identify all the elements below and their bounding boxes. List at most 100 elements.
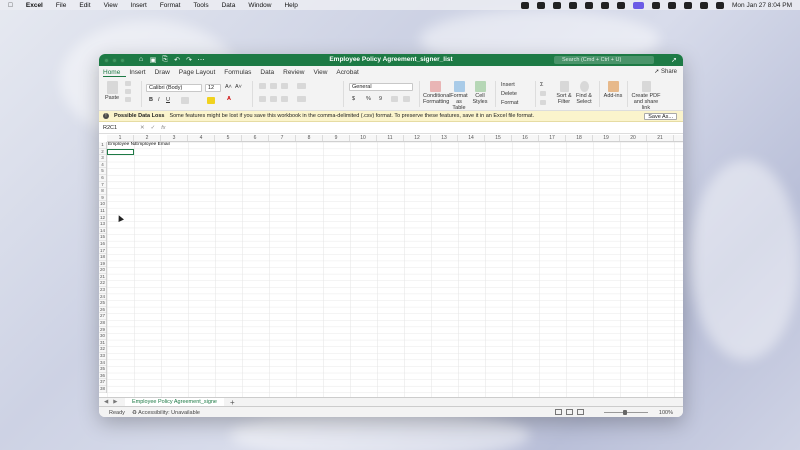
column-header[interactable]: 14 — [458, 135, 485, 141]
status-app-icon[interactable] — [521, 1, 530, 9]
column-header[interactable]: 20 — [620, 135, 647, 141]
tab-acrobat[interactable]: Acrobat — [336, 69, 364, 77]
tab-page-layout[interactable]: Page Layout — [179, 69, 222, 77]
row-header[interactable]: 19 — [99, 261, 106, 268]
column-header[interactable]: 13 — [431, 135, 458, 141]
column-header[interactable]: 11 — [377, 135, 404, 141]
percent-icon[interactable]: % — [366, 96, 371, 102]
row-header[interactable]: 38 — [99, 386, 106, 393]
menu-data[interactable]: Data — [222, 2, 236, 9]
format-painter-icon[interactable] — [125, 97, 131, 102]
search-icon[interactable] — [700, 1, 709, 9]
zoom-level[interactable]: 100% — [659, 410, 673, 416]
insert-cells-button[interactable]: Insert — [501, 82, 515, 88]
row-header[interactable]: 13 — [99, 221, 106, 228]
increase-decimal-icon[interactable] — [391, 96, 398, 102]
row-header[interactable]: 6 — [99, 175, 106, 182]
font-name-select[interactable]: Calibri (Body) — [146, 84, 202, 92]
menu-tools[interactable]: Tools — [193, 2, 208, 9]
add-ins-button[interactable]: Add-ins — [603, 81, 623, 99]
row-header[interactable]: 1 — [99, 142, 106, 149]
format-cells-button[interactable]: Format — [501, 100, 518, 106]
row-header[interactable]: 23 — [99, 287, 106, 294]
tab-insert[interactable]: Insert — [129, 69, 151, 77]
cut-icon[interactable] — [125, 81, 131, 86]
row-header[interactable]: 18 — [99, 254, 106, 261]
conditional-formatting-button[interactable]: Conditional Formatting — [423, 81, 451, 105]
tab-draw[interactable]: Draw — [155, 69, 176, 77]
column-header[interactable]: 4 — [188, 135, 215, 141]
orientation-icon[interactable] — [297, 83, 306, 89]
menu-window[interactable]: Window — [248, 2, 271, 9]
column-header[interactable]: 10 — [350, 135, 377, 141]
cancel-icon[interactable]: ✕ — [140, 125, 145, 131]
row-header[interactable]: 27 — [99, 313, 106, 321]
format-as-table-button[interactable]: Format as Table — [449, 81, 469, 111]
row-header[interactable]: 24 — [99, 294, 106, 301]
row-header[interactable]: 7 — [99, 182, 106, 189]
find-select-button[interactable]: Find & Select — [575, 81, 593, 105]
menubar-clock[interactable]: Mon Jan 27 8:04 PM — [732, 2, 792, 9]
search-input[interactable]: Search (Cmd + Ctrl + U) — [554, 56, 654, 64]
create-pdf-button[interactable]: Create PDF and share link — [631, 81, 661, 111]
font-color-icon[interactable]: A — [227, 96, 231, 102]
italic-button[interactable]: I — [158, 97, 160, 103]
row-header[interactable]: 26 — [99, 307, 106, 314]
comma-icon[interactable]: 9 — [379, 96, 382, 102]
row-header[interactable]: 32 — [99, 346, 106, 353]
align-right-icon[interactable] — [281, 96, 288, 102]
align-top-icon[interactable] — [259, 83, 266, 89]
tab-formulas[interactable]: Formulas — [224, 69, 257, 77]
column-header[interactable]: 16 — [512, 135, 539, 141]
menu-file[interactable]: File — [56, 2, 66, 9]
currency-icon[interactable]: $ — [352, 96, 355, 102]
copy-icon[interactable] — [125, 89, 131, 94]
row-header[interactable]: 17 — [99, 248, 106, 255]
row-header[interactable]: 25 — [99, 300, 106, 307]
row-header[interactable]: 15 — [99, 234, 106, 241]
align-middle-icon[interactable] — [270, 83, 277, 89]
status-app-icon[interactable] — [553, 1, 562, 9]
merge-icon[interactable] — [297, 96, 306, 102]
increase-font-icon[interactable]: A˄ — [225, 84, 232, 90]
row-header[interactable]: 29 — [99, 327, 106, 334]
font-size-select[interactable]: 12 — [205, 84, 221, 92]
page-layout-view-icon[interactable] — [566, 409, 573, 415]
column-header[interactable]: 1 — [107, 135, 134, 141]
bold-button[interactable]: B — [149, 97, 153, 103]
cell-r1c1[interactable]: Employee Na — [108, 142, 135, 149]
apple-menu-icon[interactable]:  — [8, 2, 13, 9]
cell-area[interactable] — [107, 142, 683, 397]
decrease-font-icon[interactable]: A˅ — [235, 84, 242, 90]
decrease-decimal-icon[interactable] — [403, 96, 410, 102]
status-app-icon[interactable] — [652, 1, 661, 9]
row-header[interactable]: 4 — [99, 162, 106, 169]
underline-button[interactable]: U — [166, 97, 170, 103]
screen-mirror-icon[interactable] — [633, 1, 645, 9]
save-as-button[interactable]: Save As... — [644, 113, 677, 120]
row-header[interactable]: 9 — [99, 195, 106, 202]
page-break-view-icon[interactable] — [577, 409, 584, 415]
column-header[interactable]: 12 — [404, 135, 431, 141]
clear-icon[interactable] — [540, 100, 546, 105]
status-app-icon[interactable] — [569, 1, 578, 9]
column-header[interactable]: 2 — [134, 135, 161, 141]
row-header[interactable]: 36 — [99, 373, 106, 380]
row-header[interactable]: 14 — [99, 228, 106, 235]
menu-view[interactable]: View — [104, 2, 118, 9]
row-header[interactable]: 37 — [99, 379, 106, 386]
row-header[interactable]: 28 — [99, 320, 106, 327]
column-header[interactable]: 18 — [566, 135, 593, 141]
delete-cells-button[interactable]: Delete — [501, 91, 517, 97]
wifi-icon[interactable] — [684, 1, 693, 9]
column-header[interactable]: 6 — [242, 135, 269, 141]
row-header[interactable]: 10 — [99, 201, 106, 208]
row-header[interactable]: 21 — [99, 274, 106, 281]
row-header[interactable]: 33 — [99, 353, 106, 360]
align-left-icon[interactable] — [259, 96, 266, 102]
row-header[interactable]: 31 — [99, 340, 106, 347]
row-header[interactable]: 2 — [99, 149, 106, 156]
column-header[interactable]: 8 — [296, 135, 323, 141]
row-header[interactable]: 11 — [99, 208, 106, 215]
tab-review[interactable]: Review — [283, 69, 310, 77]
